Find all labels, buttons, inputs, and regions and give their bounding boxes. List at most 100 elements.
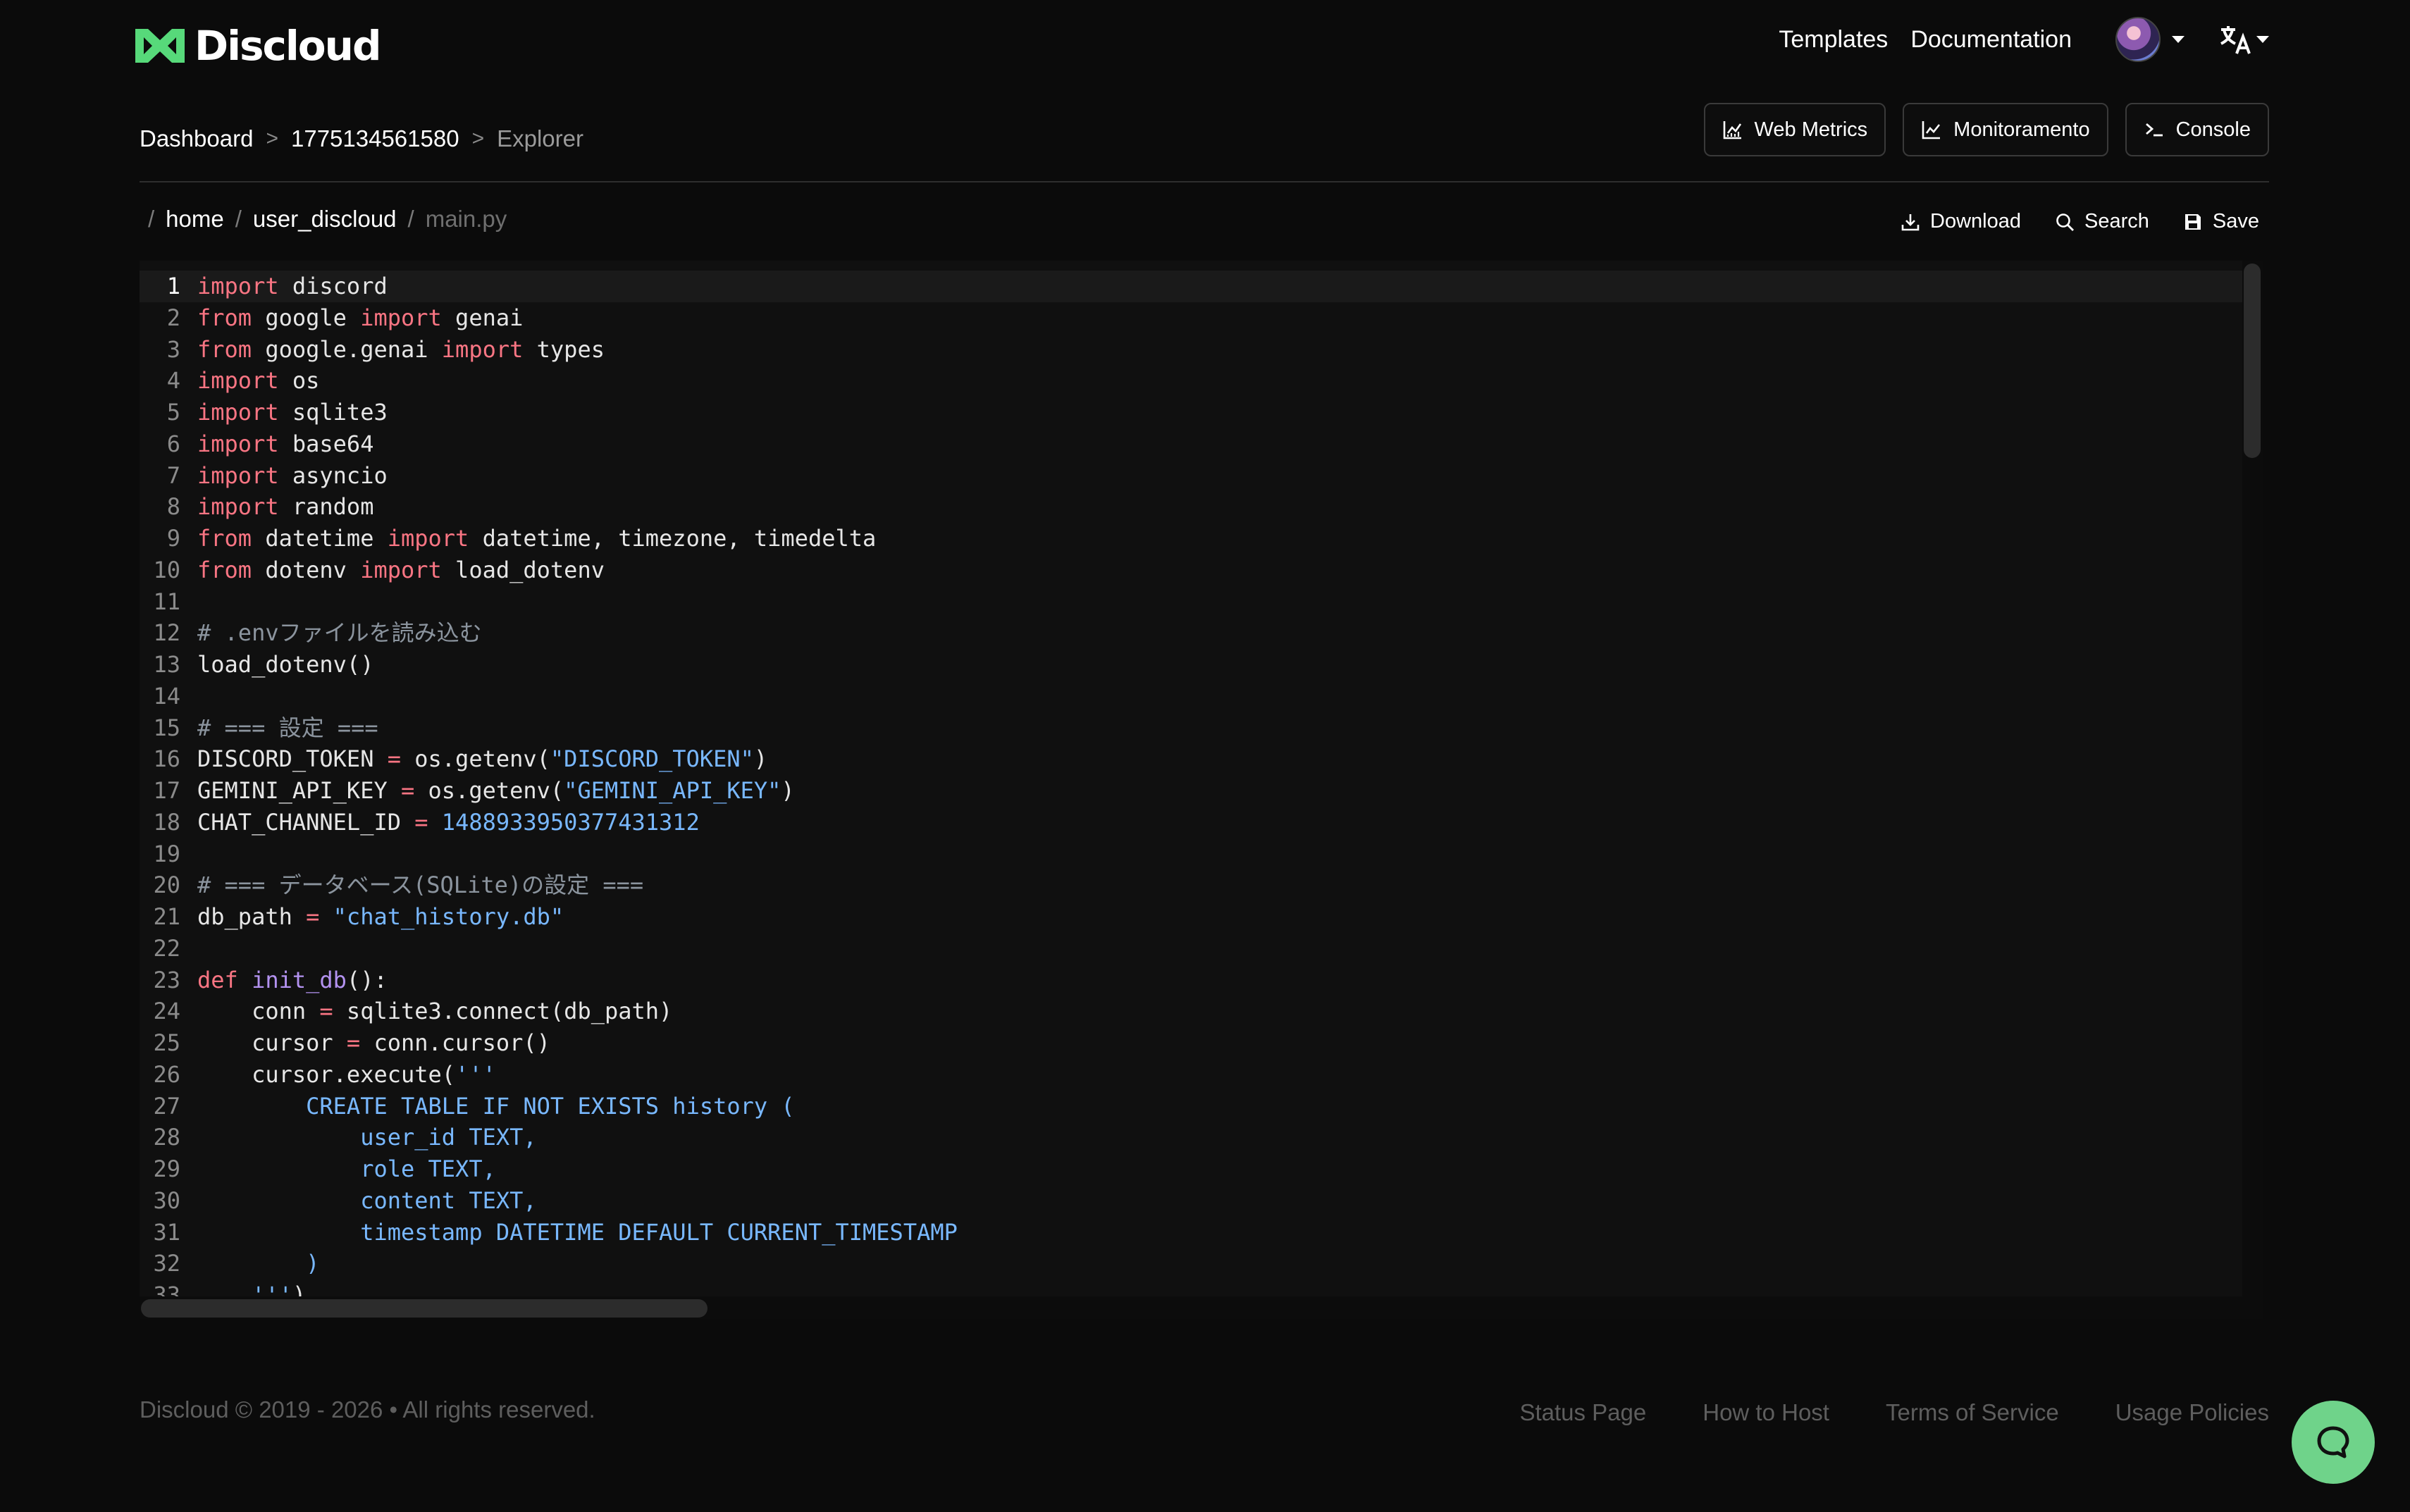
footer-link-usage-policies[interactable]: Usage Policies xyxy=(2115,1399,2269,1426)
vertical-scrollbar[interactable] xyxy=(2242,261,2263,1319)
line-content[interactable]: from datetime import datetime, timezone,… xyxy=(197,523,876,554)
code-line[interactable]: 10 from dotenv import load_dotenv xyxy=(140,554,2263,586)
search-button[interactable]: Search xyxy=(2055,210,2149,233)
line-content[interactable]: role TEXT, xyxy=(197,1153,496,1185)
line-content[interactable]: timestamp DATETIME DEFAULT CURRENT_TIMES… xyxy=(197,1217,958,1248)
user-menu[interactable] xyxy=(2115,17,2185,62)
code-line[interactable]: 25 cursor = conn.cursor() xyxy=(140,1027,2263,1059)
code-line[interactable]: 11 xyxy=(140,586,2263,618)
code-line[interactable]: 20 # === データベース(SQLite)の設定 === xyxy=(140,869,2263,901)
code-line[interactable]: 5 import sqlite3 xyxy=(140,397,2263,428)
code-line[interactable]: 21 db_path = "chat_history.db" xyxy=(140,901,2263,933)
horizontal-scrollbar[interactable] xyxy=(140,1296,2263,1319)
line-content[interactable]: def init_db(): xyxy=(197,965,388,996)
line-content[interactable]: # .envファイルを読み込む xyxy=(197,617,482,649)
breadcrumb-separator: > xyxy=(266,127,278,150)
path-segment-home[interactable]: home xyxy=(166,206,224,233)
copyright-text: Discloud © 2019 - 2026 • All rights rese… xyxy=(140,1396,595,1423)
code-line[interactable]: 24 conn = sqlite3.connect(db_path) xyxy=(140,996,2263,1027)
terminal-icon xyxy=(2145,123,2163,137)
line-content[interactable]: import os xyxy=(197,365,319,397)
footer-link-how-to-host[interactable]: How to Host xyxy=(1703,1399,1829,1426)
code-line[interactable]: 23 def init_db(): xyxy=(140,965,2263,996)
code-line[interactable]: 9 from datetime import datetime, timezone… xyxy=(140,523,2263,554)
line-content[interactable]: conn = sqlite3.connect(db_path) xyxy=(197,996,672,1027)
download-button[interactable]: Download xyxy=(1901,210,2021,233)
breadcrumb-app-id[interactable]: 1775134561580 xyxy=(291,125,459,152)
path-segment-user[interactable]: user_discloud xyxy=(253,206,397,233)
chat-support-button[interactable] xyxy=(2292,1401,2375,1484)
templates-link[interactable]: Templates xyxy=(1779,26,1888,54)
horizontal-scrollbar-thumb[interactable] xyxy=(141,1299,707,1318)
line-content[interactable]: DISCORD_TOKEN = os.getenv("DISCORD_TOKEN… xyxy=(197,743,767,775)
line-content[interactable]: ) xyxy=(197,1248,319,1279)
line-content[interactable]: from dotenv import load_dotenv xyxy=(197,554,605,586)
line-number: 12 xyxy=(153,619,180,647)
code-line[interactable]: 32 ) xyxy=(140,1248,2263,1279)
line-content[interactable]: from google import genai xyxy=(197,302,523,334)
line-content[interactable]: CHAT_CHANNEL_ID = 1488933950377431312 xyxy=(197,807,700,838)
code-line[interactable]: 22 xyxy=(140,933,2263,965)
line-content[interactable]: user_id TEXT, xyxy=(197,1122,536,1153)
footer-link-terms[interactable]: Terms of Service xyxy=(1886,1399,2059,1426)
line-number: 1 xyxy=(166,273,180,299)
footer-links: Status Page How to Host Terms of Service… xyxy=(1519,1399,2269,1426)
code-line[interactable]: 6 import base64 xyxy=(140,428,2263,460)
line-content[interactable]: import discord xyxy=(197,271,388,302)
line-content[interactable]: GEMINI_API_KEY = os.getenv("GEMINI_API_K… xyxy=(197,775,795,807)
code-line[interactable]: 7 import asyncio xyxy=(140,460,2263,492)
code-line[interactable]: 4 import os xyxy=(140,365,2263,397)
line-content[interactable]: CREATE TABLE IF NOT EXISTS history ( xyxy=(197,1091,795,1122)
line-chart-icon xyxy=(1922,121,1941,140)
line-content[interactable]: # === 設定 === xyxy=(197,712,378,744)
line-content[interactable]: # === データベース(SQLite)の設定 === xyxy=(197,869,643,901)
code-line[interactable]: 13 load_dotenv() xyxy=(140,649,2263,681)
documentation-link[interactable]: Documentation xyxy=(1910,26,2072,54)
code-lines[interactable]: 1 import discord 2 from google import genai… xyxy=(140,271,2263,1311)
save-button[interactable]: Save xyxy=(2183,210,2259,233)
line-content[interactable]: cursor = conn.cursor() xyxy=(197,1027,550,1059)
code-line[interactable]: 30 content TEXT, xyxy=(140,1185,2263,1217)
console-button[interactable]: Console xyxy=(2125,103,2269,156)
code-editor[interactable]: 1 import discord 2 from google import genai… xyxy=(140,261,2263,1319)
code-line[interactable]: 12 # .envファイルを読み込む xyxy=(140,617,2263,649)
code-line[interactable]: 2 from google import genai xyxy=(140,302,2263,334)
line-number: 18 xyxy=(153,808,180,836)
line-content[interactable]: import sqlite3 xyxy=(197,397,388,428)
breadcrumb-dashboard[interactable]: Dashboard xyxy=(140,125,253,152)
line-number: 8 xyxy=(166,493,180,521)
monitoramento-button[interactable]: Monitoramento xyxy=(1903,103,2108,156)
line-content[interactable]: import base64 xyxy=(197,428,373,460)
line-content[interactable]: import random xyxy=(197,491,373,523)
line-content[interactable]: load_dotenv() xyxy=(197,649,373,681)
line-content[interactable]: content TEXT, xyxy=(197,1185,536,1217)
code-line[interactable]: 15 # === 設定 === xyxy=(140,712,2263,744)
translate-icon xyxy=(2220,26,2251,54)
user-avatar[interactable] xyxy=(2115,17,2161,62)
chevron-down-icon xyxy=(2256,36,2269,43)
code-line[interactable]: 27 CREATE TABLE IF NOT EXISTS history ( xyxy=(140,1091,2263,1122)
discloud-logo[interactable]: Discloud xyxy=(132,21,381,70)
code-line[interactable]: 18 CHAT_CHANNEL_ID = 1488933950377431312 xyxy=(140,807,2263,838)
line-content[interactable]: db_path = "chat_history.db" xyxy=(197,901,564,933)
line-content[interactable]: from google.genai import types xyxy=(197,334,605,366)
language-menu[interactable] xyxy=(2220,24,2269,55)
code-line[interactable]: 28 user_id TEXT, xyxy=(140,1122,2263,1153)
file-path: / home / user_discloud / main.py xyxy=(148,206,507,233)
line-number: 14 xyxy=(153,682,180,709)
code-line[interactable]: 1 import discord xyxy=(140,271,2263,302)
footer-link-status-page[interactable]: Status Page xyxy=(1519,1399,1646,1426)
web-metrics-button[interactable]: Web Metrics xyxy=(1703,103,1886,156)
code-line[interactable]: 14 xyxy=(140,681,2263,712)
code-line[interactable]: 17 GEMINI_API_KEY = os.getenv("GEMINI_API… xyxy=(140,775,2263,807)
code-line[interactable]: 31 timestamp DATETIME DEFAULT CURRENT_TI… xyxy=(140,1217,2263,1248)
code-line[interactable]: 29 role TEXT, xyxy=(140,1153,2263,1185)
vertical-scrollbar-thumb[interactable] xyxy=(2244,264,2261,458)
code-line[interactable]: 8 import random xyxy=(140,491,2263,523)
code-line[interactable]: 19 xyxy=(140,838,2263,870)
code-line[interactable]: 26 cursor.execute(''' xyxy=(140,1059,2263,1091)
line-content[interactable]: cursor.execute(''' xyxy=(197,1059,496,1091)
code-line[interactable]: 16 DISCORD_TOKEN = os.getenv("DISCORD_TOK… xyxy=(140,743,2263,775)
line-content[interactable]: import asyncio xyxy=(197,460,388,492)
code-line[interactable]: 3 from google.genai import types xyxy=(140,334,2263,366)
